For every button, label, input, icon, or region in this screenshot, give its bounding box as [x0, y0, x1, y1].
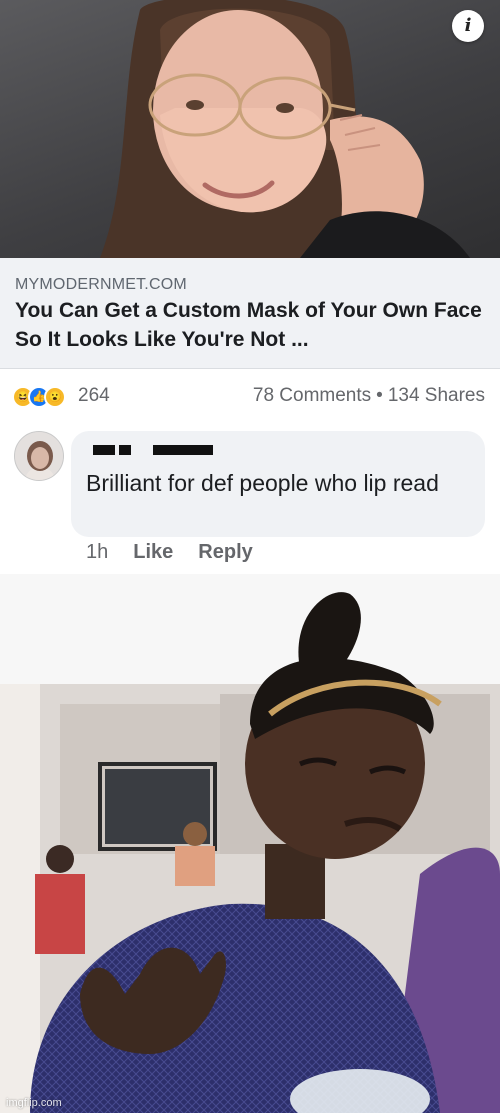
meme-image: imgflip.com: [0, 574, 500, 1113]
link-preview-card[interactable]: MYMODERNMET.COM You Can Get a Custom Mas…: [0, 258, 500, 369]
confused-girl-photo: [0, 574, 500, 1113]
avatar[interactable]: [14, 431, 64, 481]
comment-actions: 1h Like Reply: [86, 541, 278, 564]
imgflip-watermark: imgflip.com: [6, 1097, 62, 1109]
link-domain: MYMODERNMET.COM: [15, 276, 187, 293]
comment-timestamp[interactable]: 1h: [86, 541, 108, 564]
stats-separator: •: [376, 385, 383, 406]
wow-icon: 😮: [44, 386, 66, 408]
reaction-count[interactable]: 264: [78, 385, 110, 407]
redacted-name: [93, 445, 115, 455]
woman-mask-photo: [100, 0, 470, 258]
reply-button[interactable]: Reply: [198, 541, 252, 564]
reactions-bar: 😆 👍 😮 264 78 Comments • 134 Shares: [0, 370, 500, 424]
post-stats: 78 Comments • 134 Shares: [253, 385, 485, 407]
shares-count[interactable]: 134 Shares: [388, 385, 485, 406]
comments-count[interactable]: 78 Comments: [253, 385, 371, 406]
redacted-name: [119, 445, 131, 455]
link-title[interactable]: You Can Get a Custom Mask of Your Own Fa…: [15, 296, 485, 354]
info-icon[interactable]: i: [452, 10, 484, 42]
avatar-image: [15, 432, 63, 480]
link-preview-image[interactable]: i: [0, 0, 500, 258]
comment-text: Brilliant for def people who lip read: [86, 470, 439, 496]
like-button[interactable]: Like: [133, 541, 173, 564]
redacted-name: [153, 445, 213, 455]
comment-bubble: Brilliant for def people who lip read: [71, 431, 485, 537]
reaction-icons[interactable]: 😆 👍 😮: [12, 386, 66, 408]
